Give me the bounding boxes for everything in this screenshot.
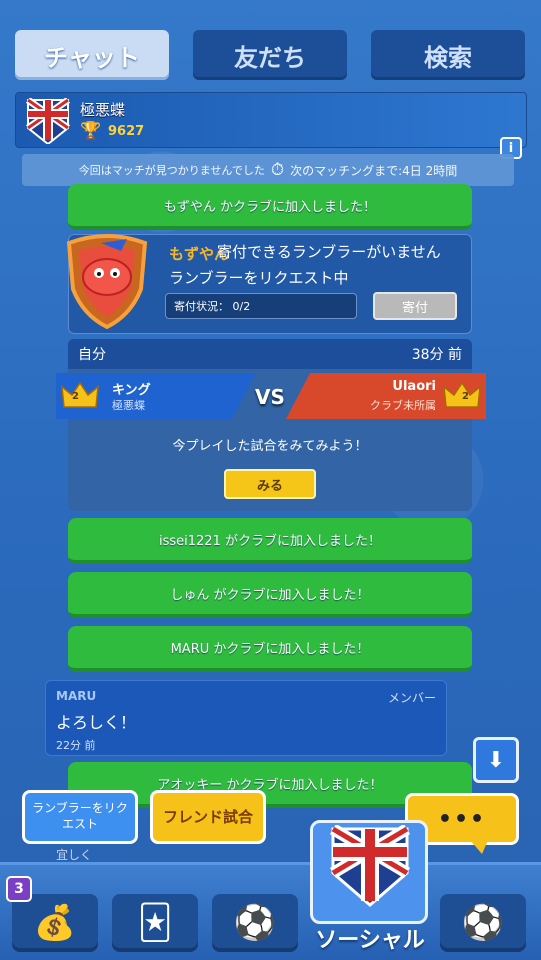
arrow-down-icon: ⬇ — [486, 747, 506, 773]
vs-label: VS — [255, 385, 285, 409]
partial-message: 宜しく — [56, 848, 93, 862]
p2-rank: 2 — [462, 391, 469, 402]
battle-author: 自分 — [78, 347, 106, 363]
sender-role: メンバー — [387, 691, 436, 705]
battle-prompt: 今プレイした試合をみてみよう！ — [172, 439, 368, 454]
message-text: よろしく！ — [56, 713, 137, 732]
speech-tail — [470, 840, 488, 854]
system-message: MARU かクラブに加入しました！ — [68, 626, 472, 672]
coins-icon: 💰 — [33, 903, 77, 943]
player-red-banner: 2 Ulaori クラブ未所属 — [286, 373, 486, 419]
battle-time: 38分 前 — [411, 347, 462, 363]
uk-flag-icon — [25, 98, 71, 144]
rumbler-shield-icon — [66, 234, 148, 329]
nav-shop[interactable]: 💰 — [12, 894, 98, 952]
battle-result-card: 自分 38分 前 2 キング 極悪蝶 2 Ulaori クラブ未所属 VS 今プ… — [56, 339, 486, 511]
request-rumbler-button[interactable]: ランブラーをリクエスト — [22, 790, 138, 844]
uk-flag-icon — [329, 825, 411, 907]
battle-header: 自分 38分 前 — [68, 339, 472, 369]
club-header[interactable]: 極悪蝶 🏆 9627 i — [15, 92, 527, 159]
system-message: しゅん がクラブに加入しました！ — [68, 572, 472, 618]
club-name: 極悪蝶 — [80, 101, 126, 119]
donation-request-text: ランブラーをリクエスト中 — [169, 269, 349, 287]
nav-social[interactable] — [310, 820, 428, 924]
nav-play[interactable]: ⚽ — [212, 894, 298, 952]
winged-ball-icon: ⚽ — [461, 903, 505, 943]
social-label: ソーシャル — [315, 928, 425, 953]
trophy-icon: 🏆 — [80, 121, 102, 141]
nav-league[interactable]: ⚽ — [440, 894, 526, 952]
system-message: もずやん かクラブに加入しました！ — [68, 184, 472, 230]
matching-status: 今回はマッチが見つかりませんでした ⏱ 次のマッチングまで:4日 2時間 — [22, 154, 514, 186]
stopwatch-icon: ⏱ — [270, 160, 285, 180]
player-blue-banner: 2 キング 極悪蝶 — [56, 373, 256, 419]
soccer-ball-icon: ⚽ — [233, 903, 277, 943]
friend-match-button[interactable]: フレンド試合 — [150, 790, 266, 844]
tab-friends[interactable]: 友だち — [193, 30, 347, 80]
donation-request-card: もずやん 寄付できるランブラーがいません ランブラーをリクエスト中 寄付状況： … — [66, 234, 472, 334]
p1-rank: 2 — [72, 391, 79, 402]
message-sender: MARU — [56, 689, 97, 703]
tab-chat[interactable]: チャット — [15, 30, 169, 80]
matching-text: 今回はマッチが見つかりませんでした — [78, 164, 265, 177]
p1-club: 極悪蝶 — [112, 399, 145, 412]
crown-icon — [61, 381, 99, 408]
tab-search[interactable]: 検索 — [371, 30, 525, 80]
p2-name: Ulaori — [392, 379, 436, 394]
message-time: 22分 前 — [56, 739, 96, 752]
chat-message: MARU メンバー よろしく！ 22分 前 — [45, 680, 447, 756]
scroll-down-button[interactable]: ⬇ — [473, 737, 519, 783]
p1-name: キング — [112, 383, 151, 398]
system-message: issei1221 がクラブに加入しました！ — [68, 518, 472, 564]
top-tabs: チャット 友だち 検索 — [15, 30, 526, 80]
donation-notice: 寄付できるランブラーがいません — [217, 243, 441, 261]
next-matching: 次のマッチングまで:4日 2時間 — [290, 163, 458, 178]
notification-badge: 3 — [6, 876, 32, 902]
donate-button[interactable]: 寄付 — [373, 292, 457, 320]
watch-replay-button[interactable]: みる — [224, 469, 316, 499]
nav-cards[interactable]: 🃏 — [112, 894, 198, 952]
club-trophies: 9627 — [108, 124, 145, 139]
donation-status: 寄付状況： 0/2 — [165, 293, 357, 319]
cards-icon: 🃏 — [137, 903, 173, 943]
p2-club: クラブ未所属 — [370, 399, 436, 412]
